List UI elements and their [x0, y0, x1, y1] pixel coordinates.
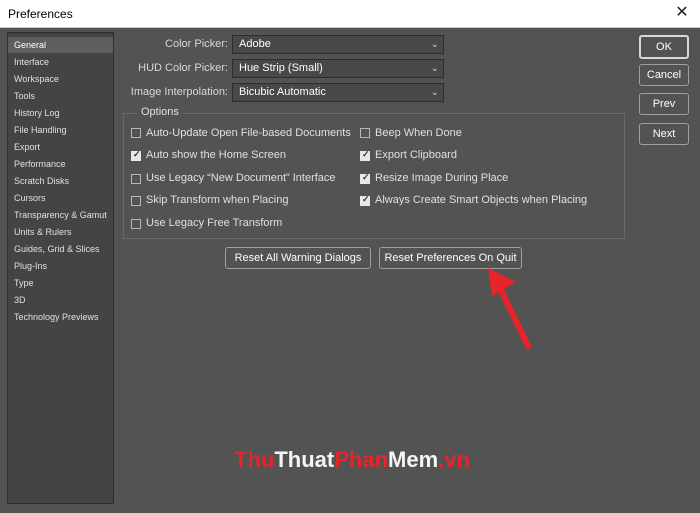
color-picker-value: Adobe — [239, 38, 271, 50]
sidebar-item-export[interactable]: Export — [8, 139, 113, 155]
checkmark-icon: ✓ — [362, 149, 370, 159]
image-interpolation-select[interactable]: Bicubic Automatic ⌄ — [232, 83, 444, 102]
watermark-part: Thuat — [274, 447, 335, 472]
watermark-part: Phan — [334, 447, 389, 472]
options-title: Options — [137, 106, 183, 118]
smart-objects-checkbox[interactable]: ✓ — [360, 194, 370, 206]
sidebar-item-guides-grid-slices[interactable]: Guides, Grid & Slices — [8, 241, 113, 257]
beep-when-done-checkbox[interactable] — [360, 128, 370, 138]
image-interpolation-value: Bicubic Automatic — [239, 86, 326, 98]
checkmark-icon: ✓ — [133, 149, 141, 159]
sidebar-item-scratch-disks[interactable]: Scratch Disks — [8, 173, 113, 189]
reset-warning-dialogs-button[interactable]: Reset All Warning Dialogs — [225, 247, 371, 269]
sidebar-item-plug-ins[interactable]: Plug-Ins — [8, 258, 113, 274]
chevron-down-icon: ⌄ — [430, 87, 439, 98]
skip-transform-label: Skip Transform when Placing — [146, 194, 289, 206]
annotation-arrow-icon — [488, 268, 531, 349]
sidebar-item-workspace[interactable]: Workspace — [8, 71, 113, 87]
auto-update-checkbox[interactable] — [131, 128, 141, 138]
chevron-down-icon: ⌄ — [430, 63, 439, 74]
beep-when-done-label: Beep When Done — [375, 127, 462, 139]
sidebar-item-technology-previews[interactable]: Technology Previews — [8, 309, 113, 325]
sidebar-item-transparency-gamut[interactable]: Transparency & Gamut — [8, 207, 113, 223]
auto-update-label: Auto-Update Open File-based Documents — [146, 127, 351, 139]
color-picker-label: Color Picker: — [165, 38, 228, 50]
window-title: Preferences — [8, 7, 73, 21]
sidebar-item-history-log[interactable]: History Log — [8, 105, 113, 121]
sidebar-item-type[interactable]: Type — [8, 275, 113, 291]
cancel-button[interactable]: Cancel — [639, 64, 689, 86]
legacy-free-transform-label: Use Legacy Free Transform — [146, 217, 283, 229]
sidebar-item-file-handling[interactable]: File Handling — [8, 122, 113, 138]
legacy-free-transform-checkbox[interactable] — [131, 219, 141, 229]
hud-color-picker-select[interactable]: Hue Strip (Small) ⌄ — [232, 59, 444, 78]
watermark-part: Thu — [234, 447, 275, 472]
sidebar-item-units-rulers[interactable]: Units & Rulers — [8, 224, 113, 240]
export-clipboard-checkbox[interactable]: ✓ — [360, 149, 370, 161]
auto-show-home-label: Auto show the Home Screen — [146, 149, 287, 161]
sidebar-item-3d[interactable]: 3D — [8, 292, 113, 308]
skip-transform-checkbox[interactable] — [131, 196, 141, 206]
preferences-sidebar: General Interface Workspace Tools Histor… — [7, 32, 114, 504]
prev-button[interactable]: Prev — [639, 93, 689, 115]
sidebar-item-tools[interactable]: Tools — [8, 88, 113, 104]
hud-color-picker-label: HUD Color Picker: — [138, 62, 228, 74]
export-clipboard-label: Export Clipboard — [375, 149, 457, 161]
color-picker-select[interactable]: Adobe ⌄ — [232, 35, 444, 54]
next-button[interactable]: Next — [639, 123, 689, 145]
sidebar-item-general[interactable]: General — [8, 37, 113, 53]
checkmark-icon: ✓ — [362, 194, 370, 204]
sidebar-item-performance[interactable]: Performance — [8, 156, 113, 172]
sidebar-item-cursors[interactable]: Cursors — [8, 190, 113, 206]
image-interpolation-label: Image Interpolation: — [130, 86, 228, 98]
resize-image-label: Resize Image During Place — [375, 172, 509, 184]
watermark-part: .vn — [438, 447, 470, 472]
watermark-part: Mem — [388, 447, 439, 472]
title-bar: Preferences ✕ — [0, 0, 700, 28]
hud-color-picker-value: Hue Strip (Small) — [239, 62, 323, 74]
legacy-new-document-checkbox[interactable] — [131, 174, 141, 184]
auto-show-home-checkbox[interactable]: ✓ — [131, 149, 141, 161]
resize-image-checkbox[interactable]: ✓ — [360, 172, 370, 184]
close-icon[interactable]: ✕ — [672, 3, 692, 23]
ok-button[interactable]: OK — [639, 35, 689, 59]
legacy-new-document-label: Use Legacy “New Document” Interface — [146, 172, 336, 184]
sidebar-item-interface[interactable]: Interface — [8, 54, 113, 70]
smart-objects-label: Always Create Smart Objects when Placing — [375, 194, 588, 206]
checkmark-icon: ✓ — [362, 172, 370, 182]
chevron-down-icon: ⌄ — [430, 39, 439, 50]
watermark-logo: ThuThuatPhanMem.vn — [234, 447, 470, 473]
